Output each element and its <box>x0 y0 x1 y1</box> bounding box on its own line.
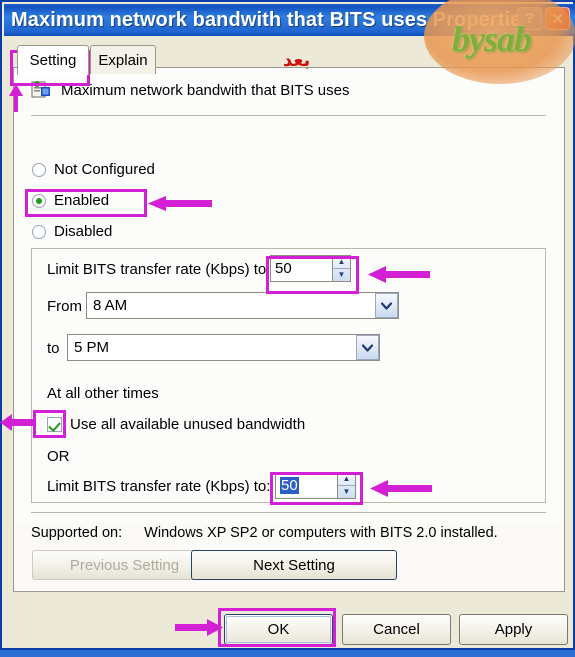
help-icon[interactable]: ? <box>517 7 542 30</box>
at-all-other-times-label: At all other times <box>47 385 159 402</box>
radio-enabled-icon[interactable] <box>32 193 46 208</box>
limit-rate-label-2: Limit BITS transfer rate (Kbps) to: <box>47 478 271 495</box>
radio-disabled-label: Disabled <box>54 223 113 240</box>
screenshot-root: Maximum network bandwith that BITS uses … <box>0 0 575 657</box>
use-all-bandwidth-checkbox-row[interactable]: Use all available unused bandwidth <box>47 416 305 433</box>
annotation-arabic-note: بعد <box>283 50 311 70</box>
radio-disabled-icon[interactable] <box>32 224 46 239</box>
chevron-down-icon-from[interactable] <box>375 293 398 318</box>
limit-rate-spinner-2[interactable]: 50 ▲ ▼ <box>275 472 356 499</box>
tab-setting[interactable]: Setting <box>17 45 89 75</box>
from-time-combobox[interactable]: 8 AM <box>86 292 399 319</box>
limit-rate-spinner-1[interactable]: 50 ▲ ▼ <box>270 255 351 282</box>
radio-enabled[interactable]: Enabled <box>32 192 109 209</box>
limit-rate-value-1: 50 <box>275 260 292 277</box>
limit-rate-input-2[interactable]: 50 <box>275 472 337 499</box>
heading-divider <box>31 115 546 116</box>
from-time-value: 8 AM <box>93 297 128 314</box>
limit-rate-spin-buttons-2[interactable]: ▲ ▼ <box>337 472 356 499</box>
policy-setting-icon <box>31 80 52 100</box>
radio-enabled-label: Enabled <box>54 192 110 209</box>
limit-rate-value-2: 50 <box>280 477 299 494</box>
to-time-combobox[interactable]: 5 PM <box>67 334 380 361</box>
title-bar-buttons: ? ✕ <box>517 7 570 30</box>
apply-button[interactable]: Apply <box>459 614 568 645</box>
limit-rate-spin-buttons-1[interactable]: ▲ ▼ <box>332 255 351 282</box>
or-label: OR <box>47 448 70 465</box>
title-bar: Maximum network bandwith that BITS uses … <box>4 4 575 36</box>
tab-panel-setting: Maximum network bandwith that BITS uses … <box>13 67 565 592</box>
cancel-button[interactable]: Cancel <box>342 614 451 645</box>
window-title: Maximum network bandwith that BITS uses … <box>11 8 533 31</box>
next-setting-button[interactable]: Next Setting <box>191 550 397 580</box>
radio-not-configured-icon[interactable] <box>32 162 46 177</box>
tab-explain[interactable]: Explain <box>90 45 156 74</box>
limit-rate-input-1[interactable]: 50 <box>270 255 332 282</box>
chevron-down-icon-to[interactable] <box>356 335 379 360</box>
previous-setting-button[interactable]: Previous Setting <box>32 550 217 580</box>
supported-on-value: Windows XP SP2 or computers with BITS 2.… <box>144 525 498 541</box>
use-all-bandwidth-checkbox[interactable] <box>47 417 62 432</box>
spinner-down-icon-1[interactable]: ▼ <box>333 269 350 281</box>
ok-button[interactable]: OK <box>224 614 333 645</box>
spinner-up-icon-1[interactable]: ▲ <box>333 256 350 269</box>
setting-heading-row: Maximum network bandwith that BITS uses <box>31 80 349 100</box>
taskbar-strip <box>0 650 575 657</box>
properties-dialog-window: Maximum network bandwith that BITS uses … <box>0 0 575 650</box>
supported-divider <box>31 512 546 513</box>
to-time-value: 5 PM <box>74 339 110 356</box>
supported-on-row: Supported on: Windows XP SP2 or computer… <box>31 525 498 541</box>
close-icon[interactable]: ✕ <box>545 7 570 30</box>
limit-rate-label-1: Limit BITS transfer rate (Kbps) to: <box>47 261 271 278</box>
setting-heading-text: Maximum network bandwith that BITS uses <box>61 81 350 99</box>
supported-on-label: Supported on: <box>31 525 123 541</box>
radio-not-configured[interactable]: Not Configured <box>32 161 155 178</box>
radio-not-configured-label: Not Configured <box>54 161 155 178</box>
spinner-up-icon-2[interactable]: ▲ <box>338 473 355 486</box>
use-all-bandwidth-label: Use all available unused bandwidth <box>70 416 306 433</box>
from-label: From <box>47 298 82 315</box>
spinner-down-icon-2[interactable]: ▼ <box>338 486 355 498</box>
settings-group-box <box>31 248 546 503</box>
to-label: to <box>47 340 60 357</box>
radio-disabled[interactable]: Disabled <box>32 223 112 240</box>
